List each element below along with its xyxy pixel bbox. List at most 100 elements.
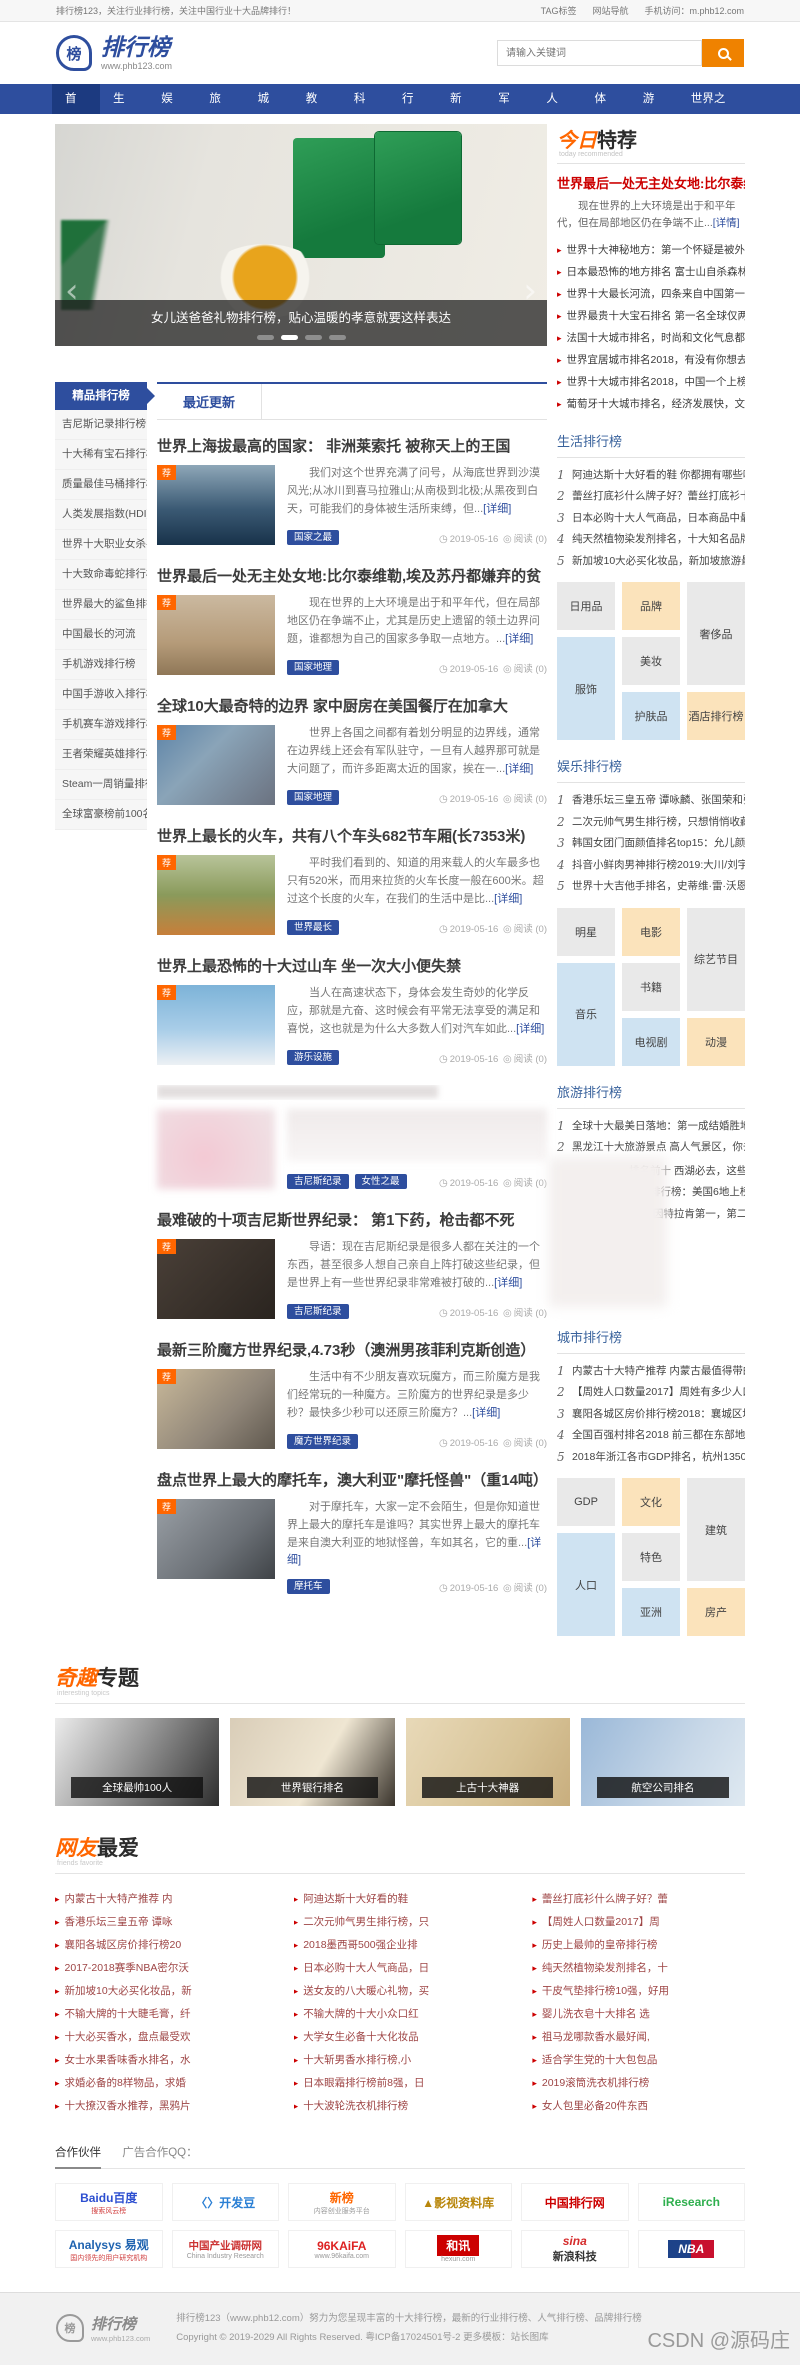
favorite-link[interactable]: 不输大牌的十大小众口红 <box>294 2003 507 2026</box>
category-tile[interactable]: 奢侈品 <box>687 582 745 685</box>
article-thumbnail[interactable] <box>157 1109 275 1189</box>
partner-logo[interactable]: sina新浪科技 <box>521 2230 629 2268</box>
tag-chip[interactable]: 国家地理 <box>287 790 339 805</box>
category-tile[interactable]: 电视剧 <box>622 1018 680 1066</box>
sidebar-item[interactable]: Steam一周销量排行榜 <box>55 770 147 800</box>
topic-card[interactable]: 上古十大神器 <box>406 1718 570 1806</box>
article-title[interactable]: 最新三阶魔方世界纪录,4.73秒（澳洲男孩菲利克斯创造） <box>157 1339 547 1360</box>
favorite-link[interactable]: 求婚必备的8样物品，求婚 <box>55 2072 268 2095</box>
favorite-link[interactable]: 纯天然植物染发剂排名，十 <box>532 1957 745 1980</box>
category-tile[interactable]: 美妆 <box>622 637 680 685</box>
tag-chip[interactable]: 国家之最 <box>287 530 339 545</box>
nav-item[interactable]: 世界之最 <box>678 84 748 114</box>
favorite-link[interactable]: 二次元帅气男生排行榜，只 <box>294 1911 507 1934</box>
nav-item[interactable]: 军事 <box>485 84 533 114</box>
category-tile[interactable]: 动漫 <box>687 1018 745 1066</box>
section-title[interactable]: 生活排行榜 <box>557 431 745 458</box>
partner-logo[interactable]: Analysys 易观国内领先的用户研究机构 <box>55 2230 163 2268</box>
sidebar-item[interactable]: 中国最长的河流 <box>55 620 147 650</box>
search-button[interactable] <box>702 39 744 67</box>
section-title[interactable]: 娱乐排行榜 <box>557 756 745 783</box>
sidebar-item[interactable]: 手机游戏排行榜 <box>55 650 147 680</box>
nav-item[interactable]: 教育 <box>293 84 341 114</box>
sidebar-item[interactable]: 十大稀有宝石排行榜 <box>55 440 147 470</box>
favorite-link[interactable]: 香港乐坛三皇五帝 谭咏 <box>55 1911 268 1934</box>
ranking-item[interactable]: 4全国百强村排名2018 前三都在东部地区 <box>557 1425 745 1447</box>
read-more-link[interactable]: [详细] <box>494 893 522 905</box>
article-title[interactable]: 最难破的十项吉尼斯世界纪录： 第1下药，枪击都不死 <box>157 1209 547 1230</box>
article-title[interactable] <box>157 1085 547 1100</box>
carousel-dot[interactable] <box>305 335 322 340</box>
favorite-link[interactable]: 阿迪达斯十大好看的鞋 <box>294 1888 507 1911</box>
carousel-dot[interactable] <box>281 335 298 340</box>
favorite-link[interactable]: 日本必购十大人气商品，日 <box>294 1957 507 1980</box>
partner-logo[interactable]: NBA <box>638 2230 746 2268</box>
sidebar-item[interactable]: 世界最大的鲨鱼排行榜 <box>55 590 147 620</box>
partner-logo[interactable]: 中国排行网 <box>521 2183 629 2221</box>
category-tile[interactable]: 音乐 <box>557 963 615 1066</box>
category-tile[interactable]: 房产 <box>687 1588 745 1636</box>
favorite-link[interactable]: 女士水果香味香水排名，水 <box>55 2049 268 2072</box>
nav-item[interactable]: 生活 <box>100 84 148 114</box>
category-tile[interactable]: 综艺节目 <box>687 908 745 1011</box>
partner-logo[interactable]: 〈〉开发豆 <box>172 2183 280 2221</box>
recommended-link[interactable]: 日本最恐怖的地方排名 富士山自杀森林 <box>557 261 745 283</box>
category-tile[interactable]: 书籍 <box>622 963 680 1011</box>
topbar-link[interactable]: 手机访问：m.phb12.com <box>644 6 744 16</box>
site-logo[interactable]: 榜 排行榜 www.phb123.com <box>56 35 172 71</box>
ranking-item[interactable]: 2蕾丝打底衫什么牌子好？蕾丝打底衫十大品牌 <box>557 486 745 508</box>
carousel-dot[interactable] <box>329 335 346 340</box>
article-title[interactable]: 盘点世界上最大的摩托车，澳大利亚"摩托怪兽"（重14吨） <box>157 1469 547 1490</box>
category-tile[interactable]: 服饰 <box>557 637 615 740</box>
sidebar-item[interactable]: 吉尼斯记录排行榜 <box>55 410 147 440</box>
ranking-item[interactable]: 2黑龙江十大旅游景点 高人气景区，你去过哪 <box>557 1137 745 1159</box>
article-thumbnail[interactable]: 荐 <box>157 465 275 545</box>
ranking-item[interactable]: 3日本必购十大人气商品，日本商品中最值得购 <box>557 508 745 530</box>
article-thumbnail[interactable]: 荐 <box>157 985 275 1065</box>
favorite-link[interactable]: 不输大牌的十大睫毛膏，纤 <box>55 2003 268 2026</box>
favorite-link[interactable]: 2019滚筒洗衣机排行榜 <box>532 2072 745 2095</box>
nav-item[interactable]: 游戏 <box>630 84 678 114</box>
ranking-item[interactable]: 5新加坡10大必买化妆品，新加坡旅游最值得 <box>557 551 745 573</box>
category-tile[interactable]: 亚洲 <box>622 1588 680 1636</box>
recommended-link[interactable]: 世界十大城市排名2018，中国一个上榜还被 <box>557 371 745 393</box>
ranking-item[interactable]: 3襄阳各城区房价排行榜2018：襄城区均价 <box>557 1404 745 1426</box>
topic-card[interactable]: 世界银行排名 <box>230 1718 394 1806</box>
favorite-link[interactable]: 大学女生必备十大化妆品 <box>294 2026 507 2049</box>
favorite-link[interactable]: 2018墨西哥500强企业排 <box>294 1934 507 1957</box>
ranking-item[interactable]: 1香港乐坛三皇五帝 谭咏麟、张国荣和张学友 <box>557 790 745 812</box>
ranking-item[interactable]: 52018年浙江各市GDP排名，杭州13509.2亿元 <box>557 1447 745 1469</box>
article-thumbnail[interactable]: 荐 <box>157 855 275 935</box>
nav-item[interactable]: 城市 <box>245 84 293 114</box>
favorite-link[interactable]: 送女友的八大暖心礼物，买 <box>294 1980 507 2003</box>
partner-logo[interactable]: ▲影视资料库 <box>405 2183 513 2221</box>
favorite-link[interactable]: 日本眼霜排行榜前8强，日 <box>294 2072 507 2095</box>
favorite-link[interactable]: 婴儿洗衣皂十大排名 选 <box>532 2003 745 2026</box>
category-tile[interactable]: 明星 <box>557 908 615 956</box>
favorite-link[interactable]: 适合学生党的十大包包品 <box>532 2049 745 2072</box>
tag-chip[interactable]: 女性之最 <box>355 1174 407 1189</box>
sidebar-item[interactable]: 质量最佳马桶排行榜 <box>55 470 147 500</box>
sidebar-item[interactable]: 中国手游收入排行榜 <box>55 680 147 710</box>
nav-item[interactable]: 首页 <box>52 84 100 114</box>
category-tile[interactable]: 日用品 <box>557 582 615 630</box>
article-thumbnail[interactable]: 荐 <box>157 1499 275 1579</box>
category-tile[interactable]: 电影 <box>622 908 680 956</box>
favorite-link[interactable]: 十大波轮洗衣机排行榜 <box>294 2095 507 2118</box>
recommended-link[interactable]: 世界十大神秘地方：第一个怀疑是被外星人 <box>557 239 745 261</box>
nav-item[interactable]: 行业 <box>389 84 437 114</box>
carousel-dot[interactable] <box>257 335 274 340</box>
ranking-item[interactable]: 1阿迪达斯十大好看的鞋 你都拥有哪些呢 <box>557 465 745 487</box>
favorite-link[interactable]: 新加坡10大必买化妆品，新 <box>55 1980 268 2003</box>
hero-carousel[interactable]: ‹ › 女儿送爸爸礼物排行榜，贴心温暖的孝意就要这样表达 <box>55 124 547 346</box>
favorite-link[interactable]: 2017-2018赛季NBA密尔沃 <box>55 1957 268 1980</box>
sidebar-item[interactable]: 世界十大职业女杀手排 <box>55 530 147 560</box>
sidebar-item[interactable]: 十大致命毒蛇排行榜 <box>55 560 147 590</box>
recommended-link[interactable]: 世界最贵十大宝石排名 第一名全球仅两 <box>557 305 745 327</box>
read-more-link[interactable]: [详细] <box>483 503 511 515</box>
ranking-item[interactable]: 1全球十大最美日落地：第一成结婚胜地，中国 <box>557 1116 745 1138</box>
featured-article-title[interactable]: 世界最后一处无主处女地:比尔泰维 <box>557 173 745 192</box>
tab-partners[interactable]: 合作伙伴 <box>55 2147 101 2169</box>
nav-item[interactable]: 娱乐 <box>148 84 196 114</box>
article-title[interactable]: 全球10大最奇特的边界 家中厨房在美国餐厅在加拿大 <box>157 695 547 716</box>
